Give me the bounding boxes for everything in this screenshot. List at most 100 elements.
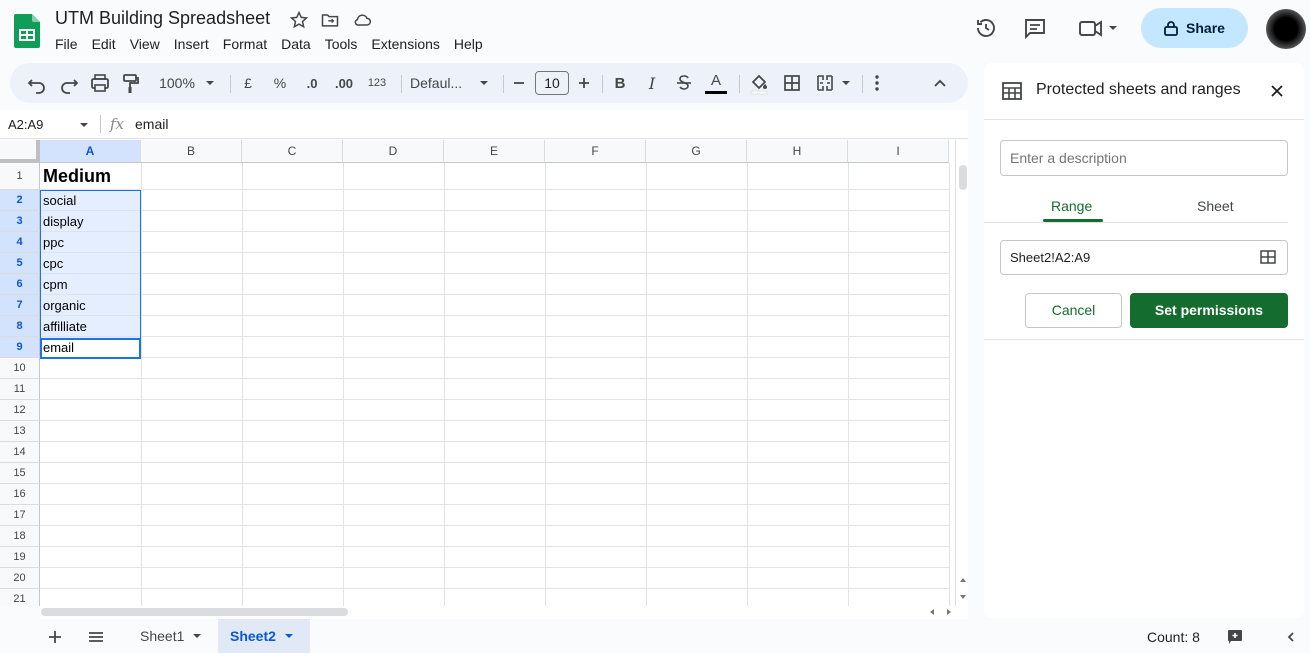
cell-a9[interactable]: email [40,337,141,358]
increase-font-size-icon[interactable] [576,63,592,103]
move-folder-icon[interactable] [320,10,340,30]
horizontal-scroll-thumb[interactable] [41,608,348,616]
cell-a2[interactable]: social [40,190,141,211]
undo-icon[interactable] [26,63,48,103]
column-header-f[interactable]: F [545,140,646,163]
selection-count[interactable]: Count: 8 [1147,629,1200,645]
row-header-18[interactable]: 18 [0,526,40,547]
row-header-16[interactable]: 16 [0,484,40,505]
all-sheets-icon[interactable] [88,631,104,643]
merge-cells-icon[interactable] [814,63,836,103]
meet-video-icon[interactable] [1077,16,1119,40]
chevron-up-icon[interactable] [930,63,950,103]
decrease-font-size-icon[interactable] [511,63,527,103]
select-range-icon[interactable] [1260,250,1276,264]
column-header-h[interactable]: H [747,140,848,163]
row-header-12[interactable]: 12 [0,400,40,421]
column-header-e[interactable]: E [444,140,545,163]
chevron-down-icon[interactable] [192,633,202,639]
menu-tools[interactable]: Tools [318,36,365,56]
document-title[interactable]: UTM Building Spreadsheet [55,8,270,29]
redo-icon[interactable] [58,63,80,103]
cell-a4[interactable]: ppc [40,232,141,253]
print-icon[interactable] [89,63,111,103]
column-header-a[interactable]: A [40,140,141,163]
zoom-select[interactable]: 100% [152,63,202,103]
row-header-10[interactable]: 10 [0,358,40,379]
row-header-9[interactable]: 9 [0,337,40,358]
borders-icon[interactable] [781,63,803,103]
comments-icon[interactable] [1023,16,1047,40]
cancel-button[interactable]: Cancel [1025,293,1122,328]
share-button[interactable]: Share [1141,8,1248,48]
row-header-13[interactable]: 13 [0,421,40,442]
chevron-down-icon[interactable] [203,63,217,103]
menu-insert[interactable]: Insert [167,36,216,56]
cloud-status-icon[interactable] [352,10,372,30]
cell-a7[interactable]: organic [40,295,141,316]
sheets-logo-icon[interactable] [14,14,40,48]
header-cell-a1[interactable]: Medium [40,163,141,190]
strikethrough-icon[interactable] [673,63,695,103]
chevron-down-icon[interactable] [284,633,294,639]
range-input[interactable]: Sheet2!A2:A9 [1000,240,1288,275]
row-header-6[interactable]: 6 [0,274,40,295]
number-format-button[interactable]: 123 [365,63,389,103]
chevron-down-icon[interactable] [78,120,90,130]
row-header-20[interactable]: 20 [0,568,40,589]
row-header-11[interactable]: 11 [0,379,40,400]
close-icon[interactable] [1271,85,1283,97]
font-size-input[interactable]: 10 [535,71,569,95]
menu-help[interactable]: Help [447,36,490,56]
version-history-icon[interactable] [974,16,998,40]
italic-button[interactable]: I [642,63,662,103]
scroll-down-icon[interactable] [959,593,967,601]
row-header-4[interactable]: 4 [0,232,40,253]
row-header-1[interactable]: 1 [0,163,40,190]
row-header-15[interactable]: 15 [0,463,40,484]
cell-a8[interactable]: affilliate [40,316,141,337]
percent-format-button[interactable]: % [270,63,290,103]
name-box[interactable]: A2:A9 [8,117,43,132]
sheet-tab-sheet2[interactable]: Sheet2 [218,619,310,653]
menu-edit[interactable]: Edit [85,36,123,56]
menu-extensions[interactable]: Extensions [364,36,446,56]
text-color-button[interactable]: A [705,63,727,103]
font-select[interactable]: Defaul... [410,63,480,103]
column-header-b[interactable]: B [141,140,242,163]
row-header-8[interactable]: 8 [0,316,40,337]
vertical-scrollbar[interactable] [955,140,968,606]
row-header-5[interactable]: 5 [0,253,40,274]
bold-button[interactable]: B [610,63,630,103]
sheet-tab-sheet1[interactable]: Sheet1 [128,619,214,653]
scroll-right-icon[interactable] [945,608,953,616]
cell-a5[interactable]: cpc [40,253,141,274]
explore-icon[interactable] [1227,629,1243,645]
chevron-down-icon[interactable] [839,63,853,103]
increase-decimal-button[interactable]: .00 [332,63,356,103]
menu-file[interactable]: File [48,36,85,56]
select-all-corner[interactable] [0,140,40,163]
paint-format-icon[interactable] [120,63,142,103]
horizontal-scrollbar[interactable] [40,606,968,619]
menu-format[interactable]: Format [216,36,274,56]
row-header-21[interactable]: 21 [0,589,40,606]
tab-sheet[interactable]: Sheet [1197,198,1234,214]
scroll-left-icon[interactable] [928,608,936,616]
avatar[interactable] [1266,9,1306,49]
add-sheet-icon[interactable] [48,630,62,644]
menu-view[interactable]: View [123,36,167,56]
cell-a3[interactable]: display [40,211,141,232]
row-header-7[interactable]: 7 [0,295,40,316]
chevron-down-icon[interactable] [477,63,491,103]
formula-input[interactable]: email [135,116,168,132]
cell-a6[interactable]: cpm [40,274,141,295]
more-vertical-icon[interactable] [868,63,886,103]
chevron-left-icon[interactable] [1285,631,1297,643]
description-input[interactable] [1000,140,1288,176]
star-icon[interactable] [289,10,309,30]
decrease-decimal-button[interactable]: .0 [300,63,324,103]
column-header-c[interactable]: C [242,140,343,163]
row-header-17[interactable]: 17 [0,505,40,526]
row-header-14[interactable]: 14 [0,442,40,463]
